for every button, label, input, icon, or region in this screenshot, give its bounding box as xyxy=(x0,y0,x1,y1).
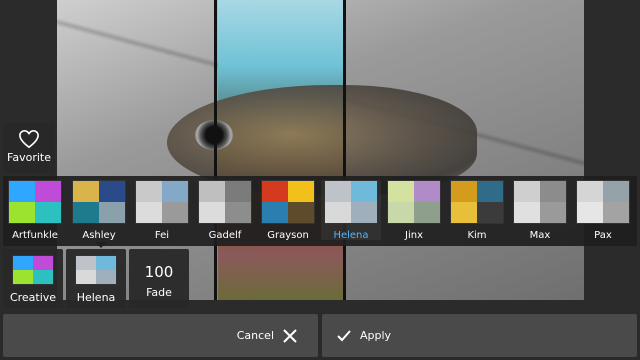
creative-button[interactable]: Creative xyxy=(3,249,63,308)
filter-label: Artfunkle xyxy=(12,230,58,241)
fade-value: 100 xyxy=(144,263,174,281)
current-filter-thumbnail xyxy=(75,255,117,285)
filter-kim[interactable]: Kim xyxy=(447,180,507,241)
filter-thumbnail xyxy=(450,180,504,224)
apply-button[interactable]: Apply xyxy=(322,314,637,357)
fade-label: Fade xyxy=(146,286,172,299)
cancel-label: Cancel xyxy=(236,329,274,342)
filter-thumbnail xyxy=(72,180,126,224)
filter-label: Jinx xyxy=(405,230,423,241)
filter-ashley[interactable]: Ashley xyxy=(69,180,129,248)
favorite-button[interactable]: Favorite xyxy=(3,123,55,173)
filter-pax[interactable]: Pax xyxy=(573,180,633,241)
filter-thumbnail xyxy=(261,180,315,224)
filter-thumbnail xyxy=(576,180,630,224)
current-filter-label: Helena xyxy=(76,291,116,304)
filter-jinx[interactable]: Jinx xyxy=(384,180,444,241)
favorite-label: Favorite xyxy=(7,151,51,164)
filter-thumbnail xyxy=(135,180,189,224)
filter-thumbnail xyxy=(387,180,441,224)
filter-max[interactable]: Max xyxy=(510,180,570,241)
split-divider-right[interactable] xyxy=(343,0,346,300)
filter-label: Gadelf xyxy=(208,230,242,241)
filter-label: Max xyxy=(529,230,551,241)
filter-thumbnail xyxy=(324,180,378,224)
filter-label: Pax xyxy=(594,230,612,241)
apply-label: Apply xyxy=(360,329,392,342)
close-icon xyxy=(283,328,297,343)
filter-strip: Artfunkle Ashley Fei Gadelf Grayson Hele… xyxy=(3,176,637,248)
check-icon xyxy=(337,329,351,341)
filter-label: Kim xyxy=(467,230,487,241)
filter-thumbnail xyxy=(8,180,62,224)
heart-icon xyxy=(19,129,39,149)
filter-fei[interactable]: Fei xyxy=(132,180,192,241)
filter-gadelf[interactable]: Gadelf xyxy=(195,180,255,241)
current-filter-button[interactable]: Helena xyxy=(66,249,126,308)
filter-label: Ashley xyxy=(82,230,116,241)
fade-control[interactable]: 100 Fade xyxy=(129,249,189,308)
filter-thumbnail xyxy=(513,180,567,224)
filter-artfunkle[interactable]: Artfunkle xyxy=(5,180,65,241)
cancel-button[interactable]: Cancel xyxy=(3,314,318,357)
creative-thumbnail xyxy=(12,255,54,285)
filter-label: Helena xyxy=(333,230,369,241)
action-bar: Cancel Apply xyxy=(0,311,640,360)
creative-label: Creative xyxy=(9,291,57,304)
filter-grayson[interactable]: Grayson xyxy=(258,180,318,241)
filter-thumbnail xyxy=(198,180,252,224)
filter-helena[interactable]: Helena xyxy=(321,180,381,241)
split-divider-left[interactable] xyxy=(214,0,217,300)
filter-label: Fei xyxy=(154,230,170,241)
filter-label: Grayson xyxy=(267,230,309,241)
